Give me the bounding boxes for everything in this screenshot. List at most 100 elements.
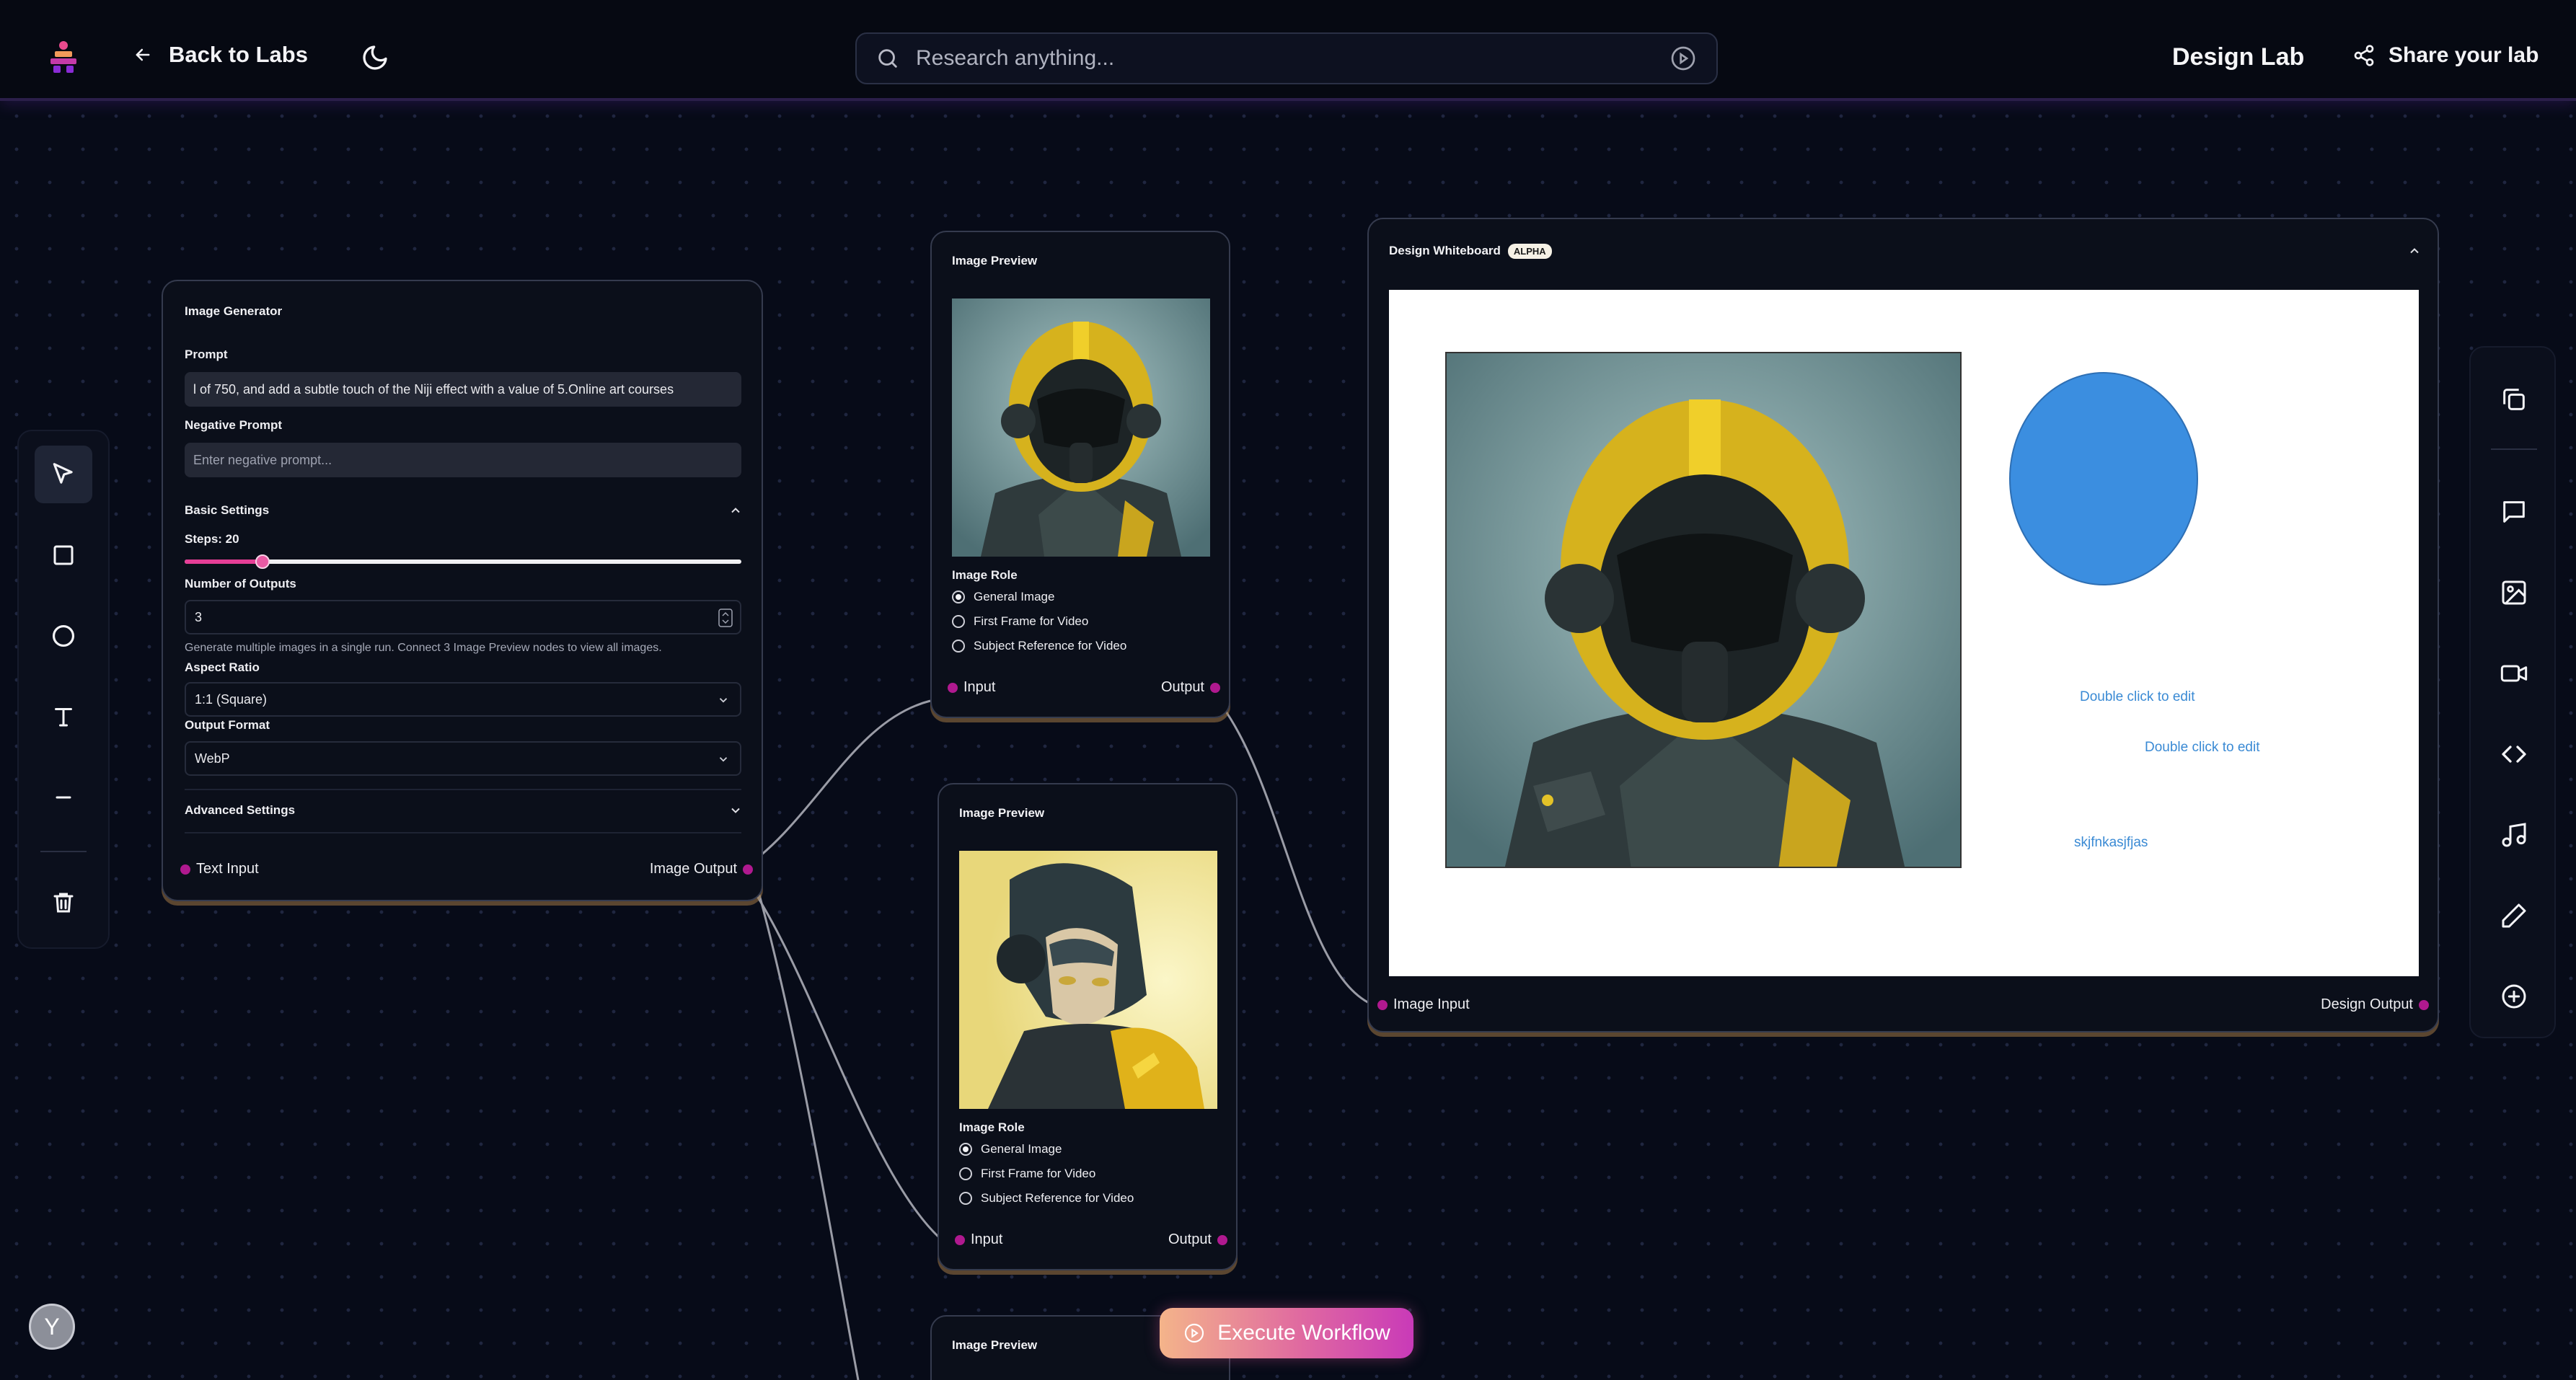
image-output-port-label: Image Output [649, 861, 737, 877]
whiteboard-ellipse[interactable] [2008, 371, 2200, 587]
duplicate-node-button[interactable] [2485, 371, 2543, 428]
radio-selected[interactable] [959, 1143, 972, 1156]
add-node-button[interactable] [2485, 968, 2543, 1025]
line-tool[interactable] [35, 769, 92, 826]
aspect-ratio-label: Aspect Ratio [185, 660, 260, 674]
whiteboard-text[interactable]: Double click to edit [2080, 689, 2195, 705]
negative-prompt-input[interactable]: Enter negative prompt... [185, 443, 741, 477]
helmet-figure-image [952, 298, 1210, 557]
port-dot[interactable] [1377, 999, 1388, 1010]
steps-slider-thumb[interactable] [255, 554, 270, 569]
delete-tool[interactable] [35, 874, 92, 932]
input-port[interactable]: Input [955, 1231, 1002, 1248]
role-label: First Frame for Video [981, 1167, 1096, 1180]
section-divider [185, 832, 741, 833]
message-square-icon [2503, 501, 2525, 523]
port-dot[interactable] [1210, 682, 1220, 693]
role-general-image[interactable]: General Image [952, 590, 1054, 604]
aspect-ratio-select[interactable]: 1:1 (Square) [185, 682, 741, 717]
role-general-image[interactable]: General Image [959, 1142, 1062, 1156]
role-first-frame[interactable]: First Frame for Video [952, 614, 1088, 629]
chevron-down-icon[interactable] [728, 803, 743, 818]
left-toolbar [17, 430, 110, 949]
port-dot[interactable] [743, 864, 753, 875]
outputs-label: Number of Outputs [185, 577, 296, 591]
text-tool[interactable] [35, 688, 92, 746]
node-title: Image Preview [959, 806, 1045, 820]
port-dot[interactable] [955, 1234, 965, 1245]
output-format-select[interactable]: WebP [185, 741, 741, 776]
node-title: Image Generator [185, 304, 283, 318]
port-dot[interactable] [948, 682, 958, 693]
output-format-label: Output Format [185, 718, 270, 732]
role-subject-reference[interactable]: Subject Reference for Video [959, 1191, 1134, 1206]
outputs-value: 3 [195, 609, 203, 624]
chevron-up-icon[interactable] [728, 503, 743, 518]
chevron-up-icon[interactable] [2407, 244, 2422, 258]
outputs-stepper[interactable]: 3 [185, 600, 741, 634]
toolbar-divider [2491, 448, 2537, 450]
wire-gen-to-preview-3 [756, 886, 860, 1380]
image-input-port-label: Image Input [1393, 996, 1470, 1012]
add-design-node-button[interactable] [2485, 887, 2543, 945]
add-code-node-button[interactable] [2485, 725, 2543, 783]
ellipse-tool[interactable] [35, 607, 92, 665]
video-icon [2500, 665, 2528, 682]
whiteboard-canvas[interactable]: Double click to edit Double click to edi… [1389, 290, 2419, 976]
input-port[interactable]: Input [948, 679, 995, 696]
role-label: Subject Reference for Video [981, 1191, 1134, 1205]
image-input-port[interactable]: Image Input [1377, 996, 1470, 1013]
negative-prompt-placeholder: Enter negative prompt... [193, 452, 332, 467]
role-subject-reference[interactable]: Subject Reference for Video [952, 639, 1126, 653]
steps-label: Steps: 20 [185, 532, 239, 546]
user-avatar[interactable]: Y [29, 1304, 75, 1350]
chevron-down-icon [719, 698, 728, 703]
image-generator-node[interactable]: Image Generator Prompt l of 750, and add… [162, 280, 763, 901]
output-port[interactable]: Output [1161, 679, 1220, 696]
select-tool[interactable] [35, 446, 92, 503]
add-text-node-button[interactable] [2485, 483, 2543, 541]
output-port[interactable]: Output [1168, 1231, 1227, 1248]
basic-settings-toggle[interactable]: Basic Settings [185, 503, 269, 518]
text-input-port[interactable]: Text Input [180, 861, 259, 877]
square-icon [53, 545, 74, 565]
execute-workflow-button[interactable]: Execute Workflow [1160, 1308, 1413, 1358]
port-dot[interactable] [1217, 1234, 1227, 1245]
image-role-label: Image Role [952, 568, 1018, 582]
rectangle-tool[interactable] [35, 526, 92, 584]
code-icon [2502, 746, 2526, 763]
spinner-arrows-icon[interactable] [718, 609, 733, 627]
image-preview-node[interactable]: Image Preview Image Role General Image F… [938, 783, 1238, 1270]
port-dot[interactable] [180, 864, 190, 875]
add-image-node-button[interactable] [2485, 564, 2543, 622]
pilot-figure-image [959, 851, 1217, 1109]
steps-slider[interactable] [185, 554, 741, 569]
role-label: General Image [981, 1142, 1062, 1156]
image-preview-node[interactable]: Image Preview Image Role General Image F… [930, 231, 1230, 718]
image-output-port[interactable]: Image Output [650, 861, 753, 877]
role-label: General Image [974, 590, 1055, 603]
port-dot[interactable] [2419, 999, 2429, 1010]
radio-unselected[interactable] [959, 1192, 972, 1205]
radio-unselected[interactable] [952, 640, 965, 653]
prompt-input[interactable]: l of 750, and add a subtle touch of the … [185, 372, 741, 407]
add-audio-node-button[interactable] [2485, 806, 2543, 864]
radio-selected[interactable] [952, 591, 965, 603]
trash-icon [53, 893, 74, 913]
add-video-node-button[interactable] [2485, 645, 2543, 702]
role-first-frame[interactable]: First Frame for Video [959, 1167, 1095, 1181]
design-whiteboard-node[interactable]: Design Whiteboard ALPHA Double click to … [1367, 218, 2439, 1032]
input-port-label: Input [971, 1231, 1003, 1247]
radio-unselected[interactable] [959, 1167, 972, 1180]
radio-unselected[interactable] [952, 615, 965, 628]
whiteboard-image[interactable] [1445, 352, 1962, 868]
text-icon [55, 708, 72, 727]
negative-prompt-label: Negative Prompt [185, 418, 283, 432]
design-output-port[interactable]: Design Output [2321, 996, 2429, 1013]
input-port-label: Input [963, 679, 996, 695]
whiteboard-text[interactable]: skjfnkasjfjas [2074, 835, 2148, 851]
whiteboard-text[interactable]: Double click to edit [2145, 740, 2259, 756]
circle-icon [52, 624, 75, 647]
advanced-settings-toggle[interactable]: Advanced Settings [185, 803, 295, 818]
wire-gen-to-preview-2 [738, 870, 940, 1239]
